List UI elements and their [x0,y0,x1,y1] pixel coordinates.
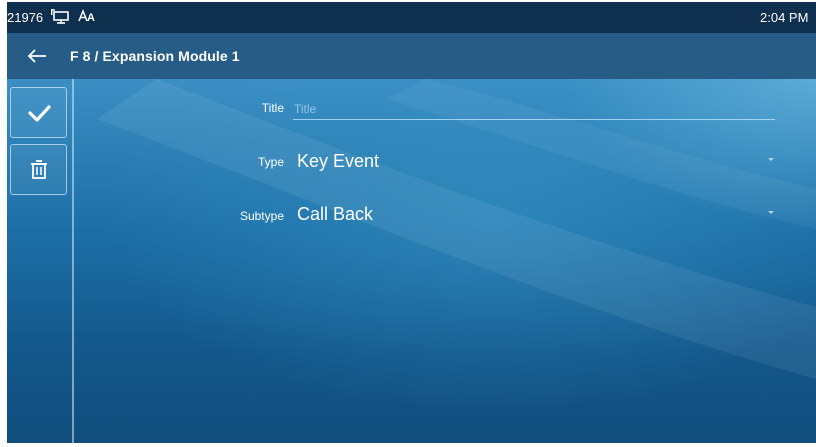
checkmark-icon [28,105,51,122]
status-bar: 21976 A 2:04 PM [7,2,816,33]
input-method-icon: A [78,8,100,26]
sidebar-divider [72,79,74,443]
delete-button[interactable] [10,144,67,195]
network-icon [50,9,71,25]
title-bar: F 8 / Expansion Module 1 [7,33,816,79]
account-id: 21976 [7,10,44,25]
type-field-label: Type [257,155,284,169]
type-select[interactable]: Key Event [297,151,379,172]
background-sweep [97,79,816,379]
trash-icon [31,160,47,179]
page-title: F 8 / Expansion Module 1 [70,48,240,64]
back-button[interactable] [25,44,49,68]
chevron-down-icon[interactable] [768,211,774,214]
chevron-down-icon[interactable] [768,158,774,161]
phone-screen: 21976 A 2:04 PM F 8 / Expansion Module 1… [7,2,816,443]
save-button[interactable] [10,87,67,138]
title-field-label: Title [261,101,284,115]
subtype-field-label: Subtype [239,209,284,223]
input-method-label: A [87,12,95,24]
title-input[interactable] [293,98,775,120]
clock: 2:04 PM [760,10,809,25]
arrow-left-icon [27,49,46,63]
subtype-select[interactable]: Call Back [297,204,373,225]
edit-form-panel: Title Type Key Event Subtype Call Back [7,79,816,443]
